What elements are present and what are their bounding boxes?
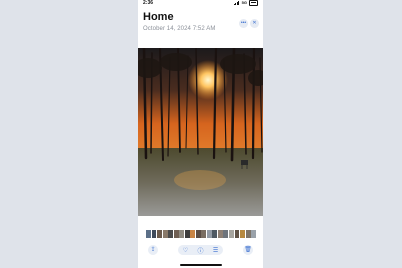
thumbnail[interactable] — [162, 230, 168, 238]
heart-icon[interactable]: ♡ — [183, 247, 188, 254]
thumbnail[interactable] — [245, 230, 251, 238]
share-icon[interactable]: ⇪ — [148, 245, 158, 255]
thumbnail[interactable] — [201, 230, 207, 238]
thumbnail[interactable] — [212, 230, 218, 238]
thumbnail[interactable] — [217, 230, 223, 238]
photo-viewer[interactable] — [138, 46, 263, 216]
adjust-icon[interactable]: ☰ — [213, 247, 218, 254]
status-bar: 2:36 5G — [138, 0, 263, 8]
thumbnail[interactable] — [206, 230, 212, 238]
action-pill: ♡ ⓘ ☰ — [178, 245, 223, 255]
signal-icon — [233, 1, 240, 5]
thumbnail[interactable] — [228, 230, 234, 238]
phone-screen: 2:36 5G Home October 14, 2024 7:52 AM ••… — [138, 0, 263, 268]
bottom-toolbar: ⇪ ♡ ⓘ ☰ 🗑 — [138, 245, 263, 257]
sunset-forest-photo — [138, 46, 263, 216]
battery-icon — [249, 0, 258, 6]
thumbnail[interactable] — [157, 230, 162, 238]
thumbnail[interactable] — [173, 230, 179, 238]
thumbnail[interactable] — [234, 230, 240, 238]
thumbnail[interactable] — [179, 230, 185, 238]
page-title: Home — [143, 11, 174, 23]
info-icon[interactable]: ⓘ — [197, 246, 203, 255]
thumbnail[interactable] — [151, 230, 157, 238]
thumbnail[interactable] — [195, 230, 201, 238]
thumbnail[interactable] — [240, 230, 245, 238]
photo-date: October 14, 2024 7:52 AM — [143, 26, 216, 32]
thumbnail-strip[interactable] — [146, 230, 257, 238]
thumbnail[interactable] — [184, 230, 190, 238]
thumbnail[interactable] — [251, 230, 257, 238]
trash-icon[interactable]: 🗑 — [243, 245, 253, 255]
home-indicator — [180, 264, 222, 266]
thumbnail[interactable] — [146, 230, 151, 238]
status-icons: 5G — [233, 0, 258, 6]
network-label: 5G — [241, 0, 247, 6]
thumbnail[interactable] — [223, 230, 229, 238]
thumbnail[interactable] — [190, 230, 196, 238]
ellipsis-icon[interactable]: ••• — [239, 19, 248, 28]
close-icon[interactable]: ✕ — [250, 19, 259, 28]
status-time: 2:36 — [143, 0, 154, 6]
thumbnail[interactable] — [168, 230, 174, 238]
